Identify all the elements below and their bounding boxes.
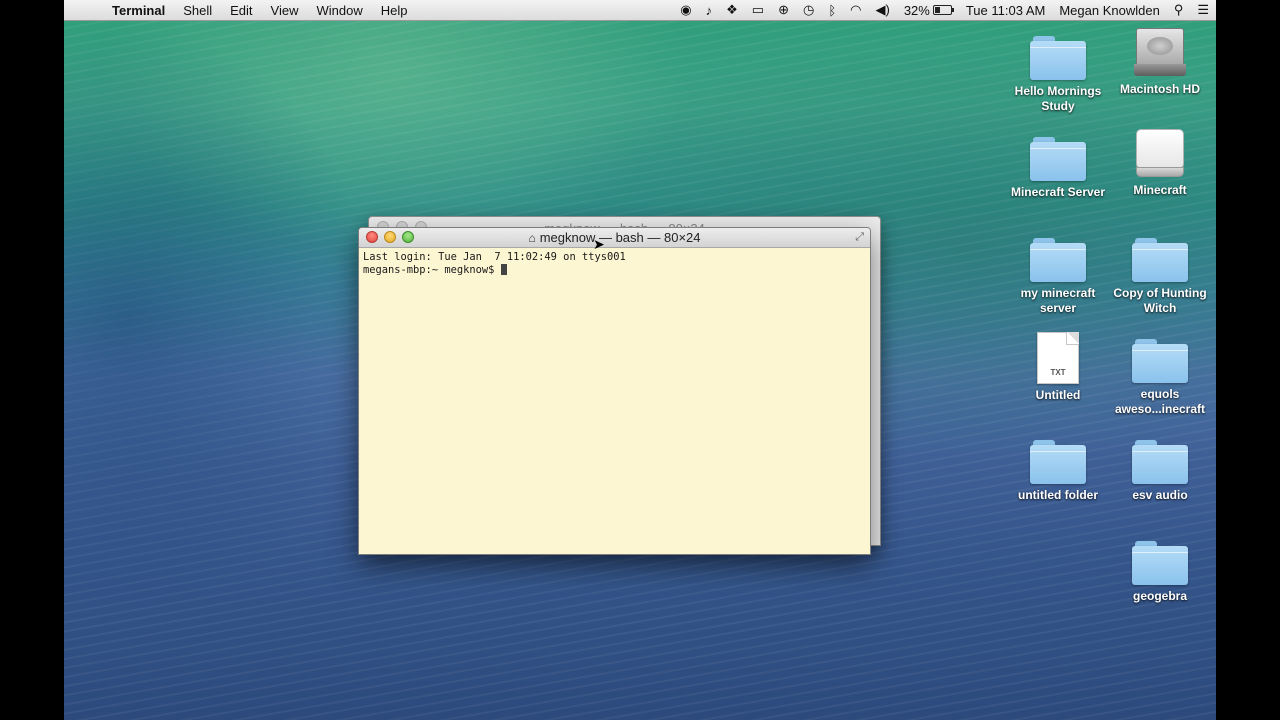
folder-icon bbox=[1030, 36, 1086, 80]
shell-prompt: megans-mbp:~ megknow$ bbox=[363, 264, 501, 276]
folder-icon bbox=[1030, 440, 1086, 484]
status-area: ◉ ♪ ❖ ▭ ⊕ ◷ ᛒ ◠ ◀) 32% Tue 11:03 AM Mega… bbox=[673, 0, 1216, 21]
folder-icon bbox=[1030, 238, 1086, 282]
close-button[interactable] bbox=[366, 231, 378, 243]
desktop-icon-hello-mornings-study[interactable]: Hello Mornings Study bbox=[1008, 36, 1108, 114]
app-menu-terminal[interactable]: Terminal bbox=[112, 3, 174, 18]
folder-icon bbox=[1132, 339, 1188, 383]
menu-shell[interactable]: Shell bbox=[174, 3, 221, 18]
wifi-icon[interactable]: ◠ bbox=[843, 2, 868, 18]
hard-drive-icon bbox=[1134, 28, 1186, 78]
desktop-icon-label: untitled folder bbox=[1018, 488, 1098, 502]
desktop-icon-esv-audio[interactable]: esv audio bbox=[1110, 440, 1210, 503]
text-document-icon: TXT bbox=[1037, 332, 1079, 384]
airplay-icon[interactable]: ▭ bbox=[745, 2, 771, 18]
battery-status[interactable]: 32% bbox=[897, 3, 959, 18]
zoom-button[interactable] bbox=[402, 231, 414, 243]
desktop: Terminal Shell Edit View Window Help ◉ ♪… bbox=[64, 0, 1216, 720]
desktop-icon-untitled-folder[interactable]: untitled folder bbox=[1008, 440, 1108, 503]
desktop-icon-label: Copy of Hunting Witch bbox=[1113, 286, 1207, 315]
accessibility-icon[interactable]: ⊕ bbox=[771, 2, 796, 18]
desktop-icon-label: Minecraft bbox=[1133, 183, 1187, 197]
desktop-icon-label: Untitled bbox=[1035, 388, 1081, 402]
desktop-icon-equols-awesome-minecraft[interactable]: equols aweso...inecraft bbox=[1110, 339, 1210, 417]
terminal-window[interactable]: ⌂ megknow — bash — 80×24 ⤢ Last login: T… bbox=[358, 227, 871, 555]
menu-window[interactable]: Window bbox=[308, 3, 372, 18]
desktop-icon-minecraft-server[interactable]: Minecraft Server bbox=[1008, 137, 1108, 200]
desktop-icon-geogebra[interactable]: geogebra bbox=[1110, 541, 1210, 604]
window-controls bbox=[366, 231, 414, 243]
bluetooth-icon[interactable]: ᛒ bbox=[821, 3, 843, 18]
volume-icon[interactable]: ◀) bbox=[868, 2, 896, 18]
file-type-badge: TXT bbox=[1050, 368, 1066, 377]
desktop-icon-label: Macintosh HD bbox=[1119, 82, 1200, 96]
desktop-icon-label: my minecraft server bbox=[1020, 286, 1096, 315]
terminal-output[interactable]: Last login: Tue Jan 7 11:02:49 on ttys00… bbox=[359, 248, 870, 280]
drive-icon bbox=[1136, 129, 1184, 179]
user-name[interactable]: Megan Knowlden bbox=[1052, 3, 1166, 18]
dropbox-icon[interactable]: ❖ bbox=[719, 2, 745, 18]
battery-icon bbox=[932, 5, 954, 15]
text-cursor bbox=[500, 264, 507, 275]
desktop-icon-macintosh-hd[interactable]: Macintosh HD bbox=[1110, 28, 1210, 97]
window-title: megknow — bash — 80×24 bbox=[539, 230, 701, 245]
minimize-button[interactable] bbox=[384, 231, 396, 243]
desktop-icon-label: equols aweso...inecraft bbox=[1114, 387, 1206, 416]
terminal-line-last-login: Last login: Tue Jan 7 11:02:49 on ttys00… bbox=[363, 251, 626, 263]
battery-fill bbox=[934, 7, 940, 13]
time-machine-icon[interactable]: ◷ bbox=[796, 2, 821, 18]
mouse-pointer-icon: ➤ bbox=[593, 236, 605, 252]
menu-help[interactable]: Help bbox=[372, 3, 417, 18]
terminal-prompt-line: megans-mbp:~ megknow$ bbox=[363, 264, 866, 277]
notification-bell-icon[interactable]: ♪ bbox=[699, 3, 720, 18]
notification-center-list-icon[interactable]: ☰ bbox=[1190, 2, 1216, 18]
folder-icon bbox=[1132, 238, 1188, 282]
desktop-icon-my-minecraft-server[interactable]: my minecraft server bbox=[1008, 238, 1108, 316]
menu-view[interactable]: View bbox=[262, 3, 308, 18]
desktop-icon-minecraft[interactable]: Minecraft bbox=[1110, 129, 1210, 198]
menu-edit[interactable]: Edit bbox=[221, 3, 261, 18]
fullscreen-icon[interactable]: ⤢ bbox=[855, 231, 864, 244]
battery-percent: 32% bbox=[903, 2, 930, 18]
home-icon: ⌂ bbox=[528, 230, 536, 245]
desktop-icon-label: geogebra bbox=[1132, 589, 1187, 603]
desktop-icon-copy-of-hunting-witch[interactable]: Copy of Hunting Witch bbox=[1110, 238, 1210, 316]
folder-icon bbox=[1030, 137, 1086, 181]
window-title-bar[interactable]: ⌂ megknow — bash — 80×24 ⤢ bbox=[359, 228, 870, 248]
desktop-icon-label: esv audio bbox=[1132, 488, 1188, 502]
folder-icon bbox=[1132, 541, 1188, 585]
desktop-icon-untitled[interactable]: TXT Untitled bbox=[1008, 332, 1108, 403]
screen-record-icon[interactable]: ◉ bbox=[673, 2, 698, 18]
desktop-icon-label: Hello Mornings Study bbox=[1014, 84, 1102, 113]
spotlight-search-icon[interactable]: ⚲ bbox=[1167, 2, 1191, 18]
desktop-icon-label: Minecraft Server bbox=[1010, 185, 1106, 199]
menu-bar: Terminal Shell Edit View Window Help ◉ ♪… bbox=[64, 0, 1216, 21]
folder-icon bbox=[1132, 440, 1188, 484]
clock[interactable]: Tue 11:03 AM bbox=[959, 3, 1053, 18]
